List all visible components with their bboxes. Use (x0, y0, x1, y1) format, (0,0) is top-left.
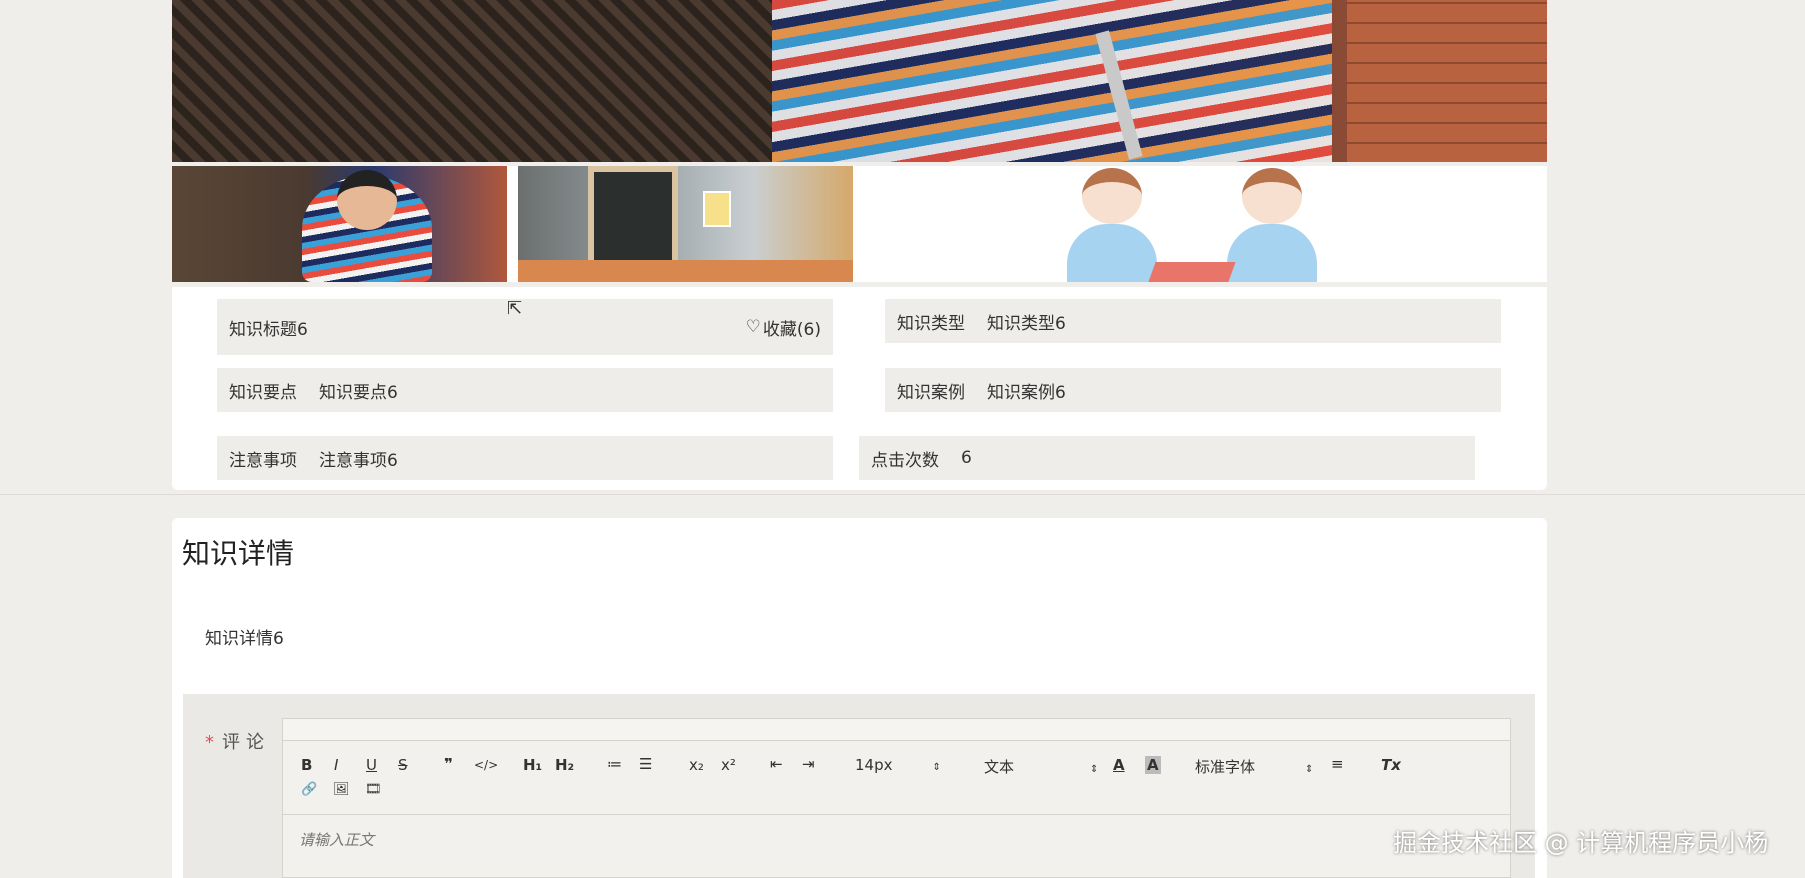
quote-icon[interactable]: ❞ (444, 755, 453, 773)
favorite-button[interactable]: ♡ 收藏(6) (746, 315, 821, 340)
code-icon[interactable]: </> (474, 758, 498, 772)
chevron-updown-icon: ⇕ (1305, 764, 1314, 775)
font-family-value: 标准字体 (1195, 758, 1256, 776)
align-icon[interactable]: ≡ (1331, 755, 1344, 773)
favorite-label: 收藏(6) (762, 319, 821, 340)
image-icon[interactable]: 🖼 (333, 782, 350, 797)
superscript-button[interactable]: x² (721, 756, 736, 774)
notes-field: 注意事项 注意事项6 (217, 436, 833, 480)
font-color-icon[interactable]: A (1113, 756, 1125, 774)
banner-image (172, 0, 1547, 162)
comment-label: 评论 (222, 732, 270, 753)
comment-editor: B I U S ❞ </> H₁ H₂ ≔ ☰ x₂ x² ⇤ ⇥ 14px ⇕ … (282, 718, 1511, 878)
clicks-label: 点击次数 (871, 450, 939, 471)
subscript-button[interactable]: x₂ (689, 756, 704, 774)
thumbnail-2[interactable] (518, 166, 853, 282)
background-color-icon[interactable]: A (1145, 756, 1161, 774)
bold-button[interactable]: B (301, 756, 312, 774)
indent-icon[interactable]: ⇥ (802, 755, 815, 773)
underline-button[interactable]: U (366, 756, 377, 774)
required-mark: * (205, 732, 214, 753)
h1-button[interactable]: H₁ (523, 756, 542, 774)
points-field: 知识要点 知识要点6 (217, 368, 833, 412)
thumbnail-3-boy-head (1082, 168, 1142, 224)
section-divider (0, 494, 1805, 495)
watermark-text: 掘金技术社区 @ 计算机程序员小杨 (1393, 829, 1769, 857)
bullet-list-icon[interactable]: ☰ (639, 755, 652, 773)
type-label: 知识类型 (897, 313, 965, 334)
type-field: 知识类型 知识类型6 (885, 299, 1501, 343)
thumbnail-3-boy-body (1067, 224, 1157, 282)
thumbnail-3-girl-head (1242, 168, 1302, 224)
heart-icon: ♡ (745, 317, 761, 337)
case-field: 知识案例 知识案例6 (885, 368, 1501, 412)
comment-label-wrap: * 评论 (205, 728, 270, 754)
comment-form: * 评论 B I U S ❞ </> H₁ H₂ ≔ ☰ x₂ x² ⇤ ⇥ 14… (183, 694, 1535, 878)
outdent-icon[interactable]: ⇤ (770, 755, 783, 773)
header-select-value: 文本 (984, 758, 1015, 776)
details-content: 知识详情6 (205, 629, 284, 649)
strike-button[interactable]: S (398, 756, 408, 774)
banner-child-shirt (772, 0, 1332, 162)
mouse-cursor-icon: ⇱ (507, 298, 523, 319)
banner-brick-wall (1347, 0, 1547, 162)
case-value: 知识案例6 (987, 382, 1066, 403)
details-heading: 知识详情 (182, 537, 295, 570)
chevron-updown-icon: ⇕ (932, 762, 941, 773)
thumbnail-strip (172, 166, 1547, 282)
ordered-list-icon[interactable]: ≔ (607, 755, 622, 773)
font-family-select[interactable]: 标准字体 ⇕ (1195, 756, 1313, 777)
case-label: 知识案例 (897, 382, 965, 403)
clear-format-icon[interactable]: Tx (1381, 756, 1401, 774)
thumbnail-2-board (588, 166, 678, 266)
link-icon[interactable]: 🔗 (301, 782, 317, 797)
notes-value: 注意事项6 (319, 450, 398, 471)
points-label: 知识要点 (229, 382, 297, 403)
notes-label: 注意事项 (229, 450, 297, 471)
thumbnail-2-table (518, 260, 853, 282)
knowledge-title: 知识标题6 (229, 319, 308, 340)
chevron-updown-icon: ⇕ (1090, 764, 1099, 775)
thumbnail-3-book (1148, 262, 1236, 282)
header-select[interactable]: 文本 ⇕ (984, 756, 1098, 777)
thumbnail-2-card (703, 191, 731, 227)
video-icon[interactable]: 🎞 (365, 782, 382, 797)
comment-input[interactable]: 请输入正文 (299, 829, 374, 850)
font-size-value: 14px (855, 756, 893, 774)
knowledge-info-panel: 知识标题6 ♡ 收藏(6) 知识类型 知识类型6 知识要点 知识要点6 知识案例… (172, 287, 1547, 490)
editor-toolbar: B I U S ❞ </> H₁ H₂ ≔ ☰ x₂ x² ⇤ ⇥ 14px ⇕ … (283, 719, 1510, 815)
font-size-select[interactable]: 14px ⇕ (855, 756, 941, 774)
thumbnail-3[interactable] (1027, 166, 1367, 282)
thumbnail-1[interactable] (172, 166, 507, 282)
points-value: 知识要点6 (319, 382, 398, 403)
clicks-field: 点击次数 6 (859, 436, 1475, 480)
h2-button[interactable]: H₂ (555, 756, 574, 774)
type-value: 知识类型6 (987, 313, 1066, 334)
italic-button[interactable]: I (334, 756, 338, 774)
thumbnail-1-head (337, 170, 397, 230)
thumbnail-3-boy (1057, 166, 1167, 282)
banner-basket-area (172, 0, 772, 162)
clicks-value: 6 (961, 448, 972, 468)
thumbnail-3-girl-body (1227, 224, 1317, 282)
title-field: 知识标题6 ♡ 收藏(6) (217, 299, 833, 355)
